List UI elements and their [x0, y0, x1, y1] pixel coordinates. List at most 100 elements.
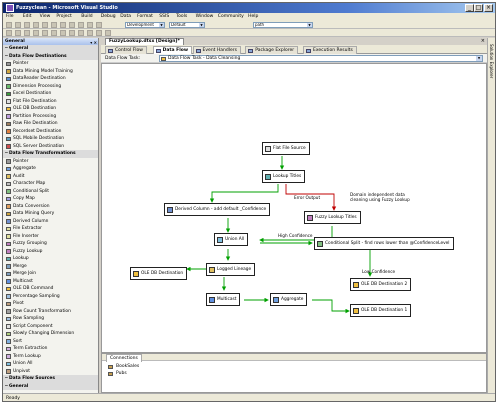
toolbox-group[interactable]: − General — [3, 45, 98, 53]
node-multicast[interactable]: Multicast — [206, 293, 241, 306]
menu-tools[interactable]: Tools — [176, 14, 187, 19]
toolbox-item[interactable]: Slowly Changing Dimension — [3, 330, 98, 338]
menu-window[interactable]: Window — [196, 14, 214, 19]
grid-icon[interactable] — [105, 30, 111, 36]
data-flow-task-select[interactable]: Data Flow Task - Data Cleansing ▼ — [159, 55, 483, 62]
align-bottom-icon[interactable] — [51, 30, 57, 36]
menu-project[interactable]: Project — [56, 14, 71, 19]
data-flow-canvas[interactable]: Flat File Source Lookup Titles Derived C… — [101, 63, 487, 353]
undo-icon[interactable] — [78, 22, 84, 28]
add-item-icon[interactable] — [15, 22, 21, 28]
toolbox-item[interactable]: DataReader Destination — [3, 75, 98, 83]
toolbox-item[interactable]: Audit — [3, 173, 98, 181]
toolbox-item[interactable]: Term Extraction — [3, 345, 98, 353]
same-width-icon[interactable] — [60, 30, 66, 36]
solution-configuration-select[interactable]: Development ▼ — [125, 22, 165, 28]
menu-edit[interactable]: Edit — [23, 14, 32, 19]
toolbox-item[interactable]: Fuzzy Grouping — [3, 240, 98, 248]
collapse-icon[interactable]: − — [5, 383, 9, 391]
toolbox-item[interactable]: Sort — [3, 338, 98, 346]
toolbox-item[interactable]: SQL Mobile Destination — [3, 135, 98, 143]
toolbox-item[interactable]: File Extractor — [3, 225, 98, 233]
align-middle-icon[interactable] — [42, 30, 48, 36]
collapse-icon[interactable]: − — [5, 53, 9, 61]
align-center-icon[interactable] — [15, 30, 21, 36]
collapse-icon[interactable]: − — [5, 150, 9, 158]
menu-debug[interactable]: Debug — [101, 14, 116, 19]
node-fuzzy-lookup[interactable]: Fuzzy Lookup Titles — [304, 211, 361, 224]
menu-help[interactable]: Help — [248, 14, 258, 19]
menu-data[interactable]: Data — [120, 14, 131, 19]
toolbox-item[interactable]: Data Mining Model Training — [3, 68, 98, 76]
node-conditional-split[interactable]: Conditional Split - find rows lower than… — [314, 237, 454, 250]
toolbox-item[interactable]: Pivot — [3, 300, 98, 308]
toolbox-item[interactable]: Excel Destination — [3, 90, 98, 98]
toolbox-item[interactable]: Merge Join — [3, 270, 98, 278]
toolbox-item[interactable]: Merge — [3, 263, 98, 271]
toolbox-group[interactable]: − Data Flow Destinations — [3, 52, 98, 61]
same-height-icon[interactable] — [69, 30, 75, 36]
menu-format[interactable]: Format — [137, 14, 153, 19]
menu-community[interactable]: Community — [218, 14, 244, 19]
toolbox-item[interactable]: Row Sampling — [3, 315, 98, 323]
toolbox-item[interactable]: Character Map — [3, 180, 98, 188]
node-flat-file-source[interactable]: Flat File Source — [262, 142, 310, 155]
toolbox-item[interactable]: Term Lookup — [3, 353, 98, 361]
node-aggregate[interactable]: Aggregate — [270, 293, 308, 306]
toolbox-item[interactable]: Aggregate — [3, 165, 98, 173]
path-lookup-to-derived[interactable] — [209, 184, 279, 203]
toolbox-item[interactable]: Derived Column — [3, 218, 98, 226]
align-top-icon[interactable] — [33, 30, 39, 36]
find-input[interactable]: path ▼ — [253, 22, 313, 28]
toolbox-item[interactable]: Lookup — [3, 255, 98, 263]
path-aggregate-to-dest1[interactable] — [312, 299, 350, 314]
close-document-icon[interactable]: × — [481, 38, 485, 44]
menu-file[interactable]: File — [6, 14, 14, 19]
toolbox-item[interactable]: Union All — [3, 360, 98, 368]
tab-execution-results[interactable]: Execution Results — [303, 46, 357, 54]
redo-icon[interactable] — [87, 22, 93, 28]
align-left-icon[interactable] — [6, 30, 12, 36]
open-icon[interactable] — [24, 22, 30, 28]
minimize-button[interactable]: _ — [465, 4, 474, 12]
solution-platform-select[interactable]: Default ▼ — [169, 22, 205, 28]
toolbox-item[interactable]: Fuzzy Lookup — [3, 248, 98, 256]
collapse-icon[interactable]: − — [5, 45, 9, 53]
toolbox-item[interactable]: Partition Processing — [3, 113, 98, 121]
save-all-icon[interactable] — [42, 22, 48, 28]
toolbox-item[interactable]: Conditional Split — [3, 188, 98, 196]
paste-icon[interactable] — [69, 22, 75, 28]
node-logged-lineage[interactable]: Logged Lineage — [206, 263, 256, 276]
menu-view[interactable]: View — [40, 14, 51, 19]
toolbox-item[interactable]: Script Component — [3, 323, 98, 331]
toolbox-item[interactable]: Data Mining Query — [3, 210, 98, 218]
toolbox-item[interactable]: Row Count Transformation — [3, 308, 98, 316]
toolbox-group[interactable]: − Data Flow Transformations — [3, 150, 98, 158]
order-icon[interactable] — [96, 30, 102, 36]
node-ole-db-destination-2[interactable]: OLE DB Destination 2 — [350, 278, 412, 291]
tab-control-flow[interactable]: Control Flow — [105, 46, 147, 54]
toolbox-item[interactable]: Raw File Destination — [3, 120, 98, 128]
new-project-icon[interactable] — [6, 22, 12, 28]
toolbox-item[interactable]: Pointer — [3, 60, 98, 68]
menu-build[interactable]: Build — [81, 14, 92, 19]
toolbox-item[interactable]: Flat File Destination — [3, 98, 98, 106]
node-ole-db-destination[interactable]: OLE DB Destination — [130, 267, 188, 280]
solution-explorer-strip[interactable]: Solution Explorer — [487, 38, 495, 393]
document-tab[interactable]: FuzzyLookup.dtsx [Design]* — [105, 38, 184, 45]
spacing-icon[interactable] — [87, 30, 93, 36]
toolbox-item[interactable]: Data Conversion — [3, 203, 98, 211]
node-lookup-titles[interactable]: Lookup Titles — [262, 170, 306, 183]
align-right-icon[interactable] — [24, 30, 30, 36]
toolbox-item[interactable]: Dimension Processing — [3, 83, 98, 91]
cut-icon[interactable] — [51, 22, 57, 28]
copy-icon[interactable] — [60, 22, 66, 28]
tab-event-handlers[interactable]: Event Handlers — [192, 46, 241, 54]
toolbox-group[interactable]: − General — [3, 382, 98, 391]
run-icon[interactable] — [96, 22, 102, 28]
maximize-button[interactable]: □ — [474, 4, 483, 12]
toolbox-item[interactable]: Recordset Destination — [3, 128, 98, 136]
save-icon[interactable] — [33, 22, 39, 28]
node-derived-column[interactable]: Derived Column - add default _Confidence — [164, 203, 271, 216]
toolbox-item[interactable]: Percentage Sampling — [3, 293, 98, 301]
